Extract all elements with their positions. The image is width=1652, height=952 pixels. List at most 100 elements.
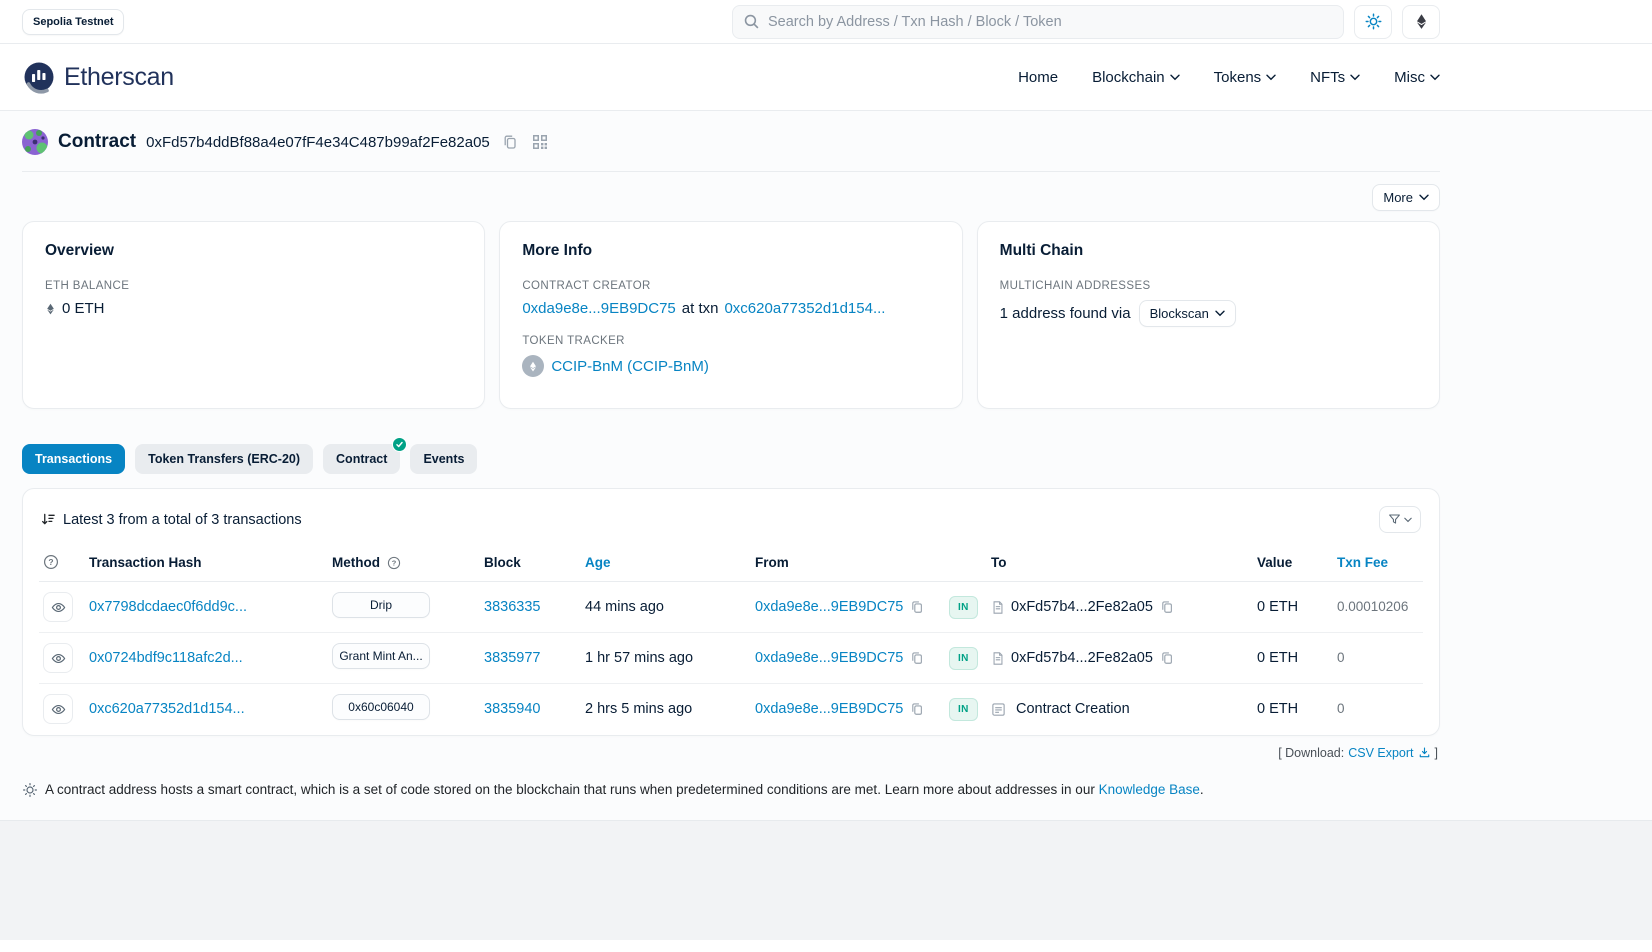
column-header-age[interactable]: Age <box>581 546 751 582</box>
overview-card: Overview ETH BALANCE 0 ETH <box>22 221 485 409</box>
copy-icon <box>502 134 518 150</box>
eye-icon <box>51 651 66 666</box>
nav-misc[interactable]: Misc <box>1394 69 1440 86</box>
multichain-card-title: Multi Chain <box>1000 242 1417 260</box>
copy-icon <box>1160 651 1174 665</box>
block-link[interactable]: 3835940 <box>484 701 540 717</box>
download-row: [ Download: CSV Export ] <box>22 736 1440 760</box>
tx-hash-link[interactable]: 0x7798dcdaec0f6dd9c... <box>89 599 247 615</box>
chevron-down-icon <box>1170 74 1180 81</box>
contract-title-row: Contract 0xFd57b4ddBf88a4e07fF4e34C487b9… <box>22 129 1440 171</box>
filter-button[interactable] <box>1379 506 1421 533</box>
token-tracker-link[interactable]: CCIP-BnM (CCIP-BnM) <box>551 358 709 375</box>
brand-logo[interactable]: Etherscan <box>22 60 174 94</box>
copy-to-button[interactable] <box>1159 599 1175 615</box>
table-header-row: ? Transaction Hash Method ? Block Age <box>39 546 1423 582</box>
token-tracker-row: CCIP-BnM (CCIP-BnM) <box>522 355 939 377</box>
tx-age: 1 hr 57 mins ago <box>585 650 693 666</box>
from-address-link[interactable]: 0xda9e8e...9EB9DC75 <box>755 701 903 717</box>
download-prefix: [ Download: <box>1278 746 1344 760</box>
tx-preview-button[interactable] <box>43 694 73 724</box>
direction-badge: IN <box>949 647 978 670</box>
tx-preview-button[interactable] <box>43 592 73 622</box>
search-input[interactable] <box>768 14 1333 30</box>
tab-transactions[interactable]: Transactions <box>22 444 125 474</box>
svg-text:?: ? <box>391 558 396 567</box>
brand-name: Etherscan <box>64 63 174 92</box>
chevron-down-icon <box>1350 74 1360 81</box>
copy-address-button[interactable] <box>500 132 520 152</box>
csv-export-link[interactable]: CSV Export <box>1348 746 1413 760</box>
tx-hash-link[interactable]: 0xc620a77352d1d154... <box>89 701 245 717</box>
top-bar: Sepolia Testnet <box>0 0 1652 44</box>
file-icon <box>991 651 1005 666</box>
tab-events[interactable]: Events <box>410 444 477 474</box>
knowledge-base-link[interactable]: Knowledge Base <box>1099 782 1200 797</box>
footnote-period: . <box>1200 782 1204 797</box>
contract-address: 0xFd57b4ddBf88a4e07fF4e34C487b99af2Fe82a… <box>146 134 490 151</box>
copy-icon <box>1160 600 1174 614</box>
sun-icon <box>1365 13 1382 30</box>
qr-code-icon <box>532 134 548 150</box>
main-header: Etherscan Home Blockchain Tokens NFTs Mi… <box>0 44 1652 111</box>
block-link[interactable]: 3836335 <box>484 599 540 615</box>
more-info-card-title: More Info <box>522 242 939 260</box>
summary-cards: Overview ETH BALANCE 0 ETH More Info CON… <box>22 221 1440 409</box>
method-badge[interactable]: Grant Mint An... <box>332 643 430 669</box>
token-tracker-label: TOKEN TRACKER <box>522 335 939 347</box>
theme-toggle-button[interactable] <box>1354 5 1392 39</box>
chevron-down-icon <box>1419 194 1429 201</box>
etherscan-logo-icon <box>22 60 56 94</box>
copy-icon <box>910 651 924 665</box>
blockscan-dropdown-button[interactable]: Blockscan <box>1139 300 1236 327</box>
ethereum-icon <box>1414 13 1429 30</box>
tab-token-transfers[interactable]: Token Transfers (ERC-20) <box>135 444 313 474</box>
column-header-hash: Transaction Hash <box>85 546 328 582</box>
tx-fee: 0.00010206 <box>1337 599 1408 614</box>
nav-tokens[interactable]: Tokens <box>1214 69 1277 86</box>
svg-text:?: ? <box>48 557 53 567</box>
question-circle-icon[interactable]: ? <box>43 554 81 570</box>
transaction-row: 0xc620a77352d1d154... 0x60c06040 3835940… <box>39 684 1423 735</box>
nav-nfts[interactable]: NFTs <box>1310 69 1360 86</box>
tx-hash-link[interactable]: 0x0724bdf9c118afc2d... <box>89 650 243 666</box>
tab-bar: Transactions Token Transfers (ERC-20) Co… <box>22 444 1440 474</box>
more-dropdown-button[interactable]: More <box>1372 184 1440 211</box>
from-address-link[interactable]: 0xda9e8e...9EB9DC75 <box>755 599 903 615</box>
tx-value: 0 ETH <box>1257 650 1298 666</box>
method-badge[interactable]: 0x60c06040 <box>332 694 430 720</box>
question-circle-icon[interactable]: ? <box>387 556 401 570</box>
transaction-row: 0x7798dcdaec0f6dd9c... Drip 3836335 44 m… <box>39 582 1423 633</box>
nav-home[interactable]: Home <box>1018 69 1058 86</box>
from-address-link[interactable]: 0xda9e8e...9EB9DC75 <box>755 650 903 666</box>
chevron-down-icon <box>1404 517 1412 523</box>
search-box[interactable] <box>732 5 1344 39</box>
multichain-addresses-label: MULTICHAIN ADDRESSES <box>1000 280 1417 292</box>
to-address: 0xFd57b4...2Fe82a05 <box>1011 650 1153 666</box>
to-address: Contract Creation <box>1016 701 1130 717</box>
copy-icon <box>910 600 924 614</box>
tab-contract[interactable]: Contract <box>323 444 400 474</box>
transactions-table: ? Transaction Hash Method ? Block Age <box>39 546 1423 735</box>
overview-card-title: Overview <box>45 242 462 260</box>
qr-code-button[interactable] <box>530 132 550 152</box>
multichain-found-text: 1 address found via <box>1000 305 1131 322</box>
block-link[interactable]: 3835977 <box>484 650 540 666</box>
tx-age: 44 mins ago <box>585 599 664 615</box>
column-header-fee[interactable]: Txn Fee <box>1333 546 1423 582</box>
nav-blockchain[interactable]: Blockchain <box>1092 69 1180 86</box>
contract-creation-icon <box>991 702 1006 717</box>
column-header-block: Block <box>480 546 581 582</box>
eth-balance-label: ETH BALANCE <box>45 280 462 292</box>
method-badge[interactable]: Drip <box>332 592 430 618</box>
network-badge[interactable]: Sepolia Testnet <box>22 9 124 35</box>
address-avatar <box>22 129 48 155</box>
copy-from-button[interactable] <box>909 599 925 615</box>
copy-from-button[interactable] <box>909 650 925 666</box>
tx-preview-button[interactable] <box>43 643 73 673</box>
copy-from-button[interactable] <box>909 701 925 717</box>
network-menu-button[interactable] <box>1402 5 1440 39</box>
copy-to-button[interactable] <box>1159 650 1175 666</box>
creation-txn-link[interactable]: 0xc620a77352d1d154... <box>724 300 885 317</box>
creator-address-link[interactable]: 0xda9e8e...9EB9DC75 <box>522 300 675 317</box>
